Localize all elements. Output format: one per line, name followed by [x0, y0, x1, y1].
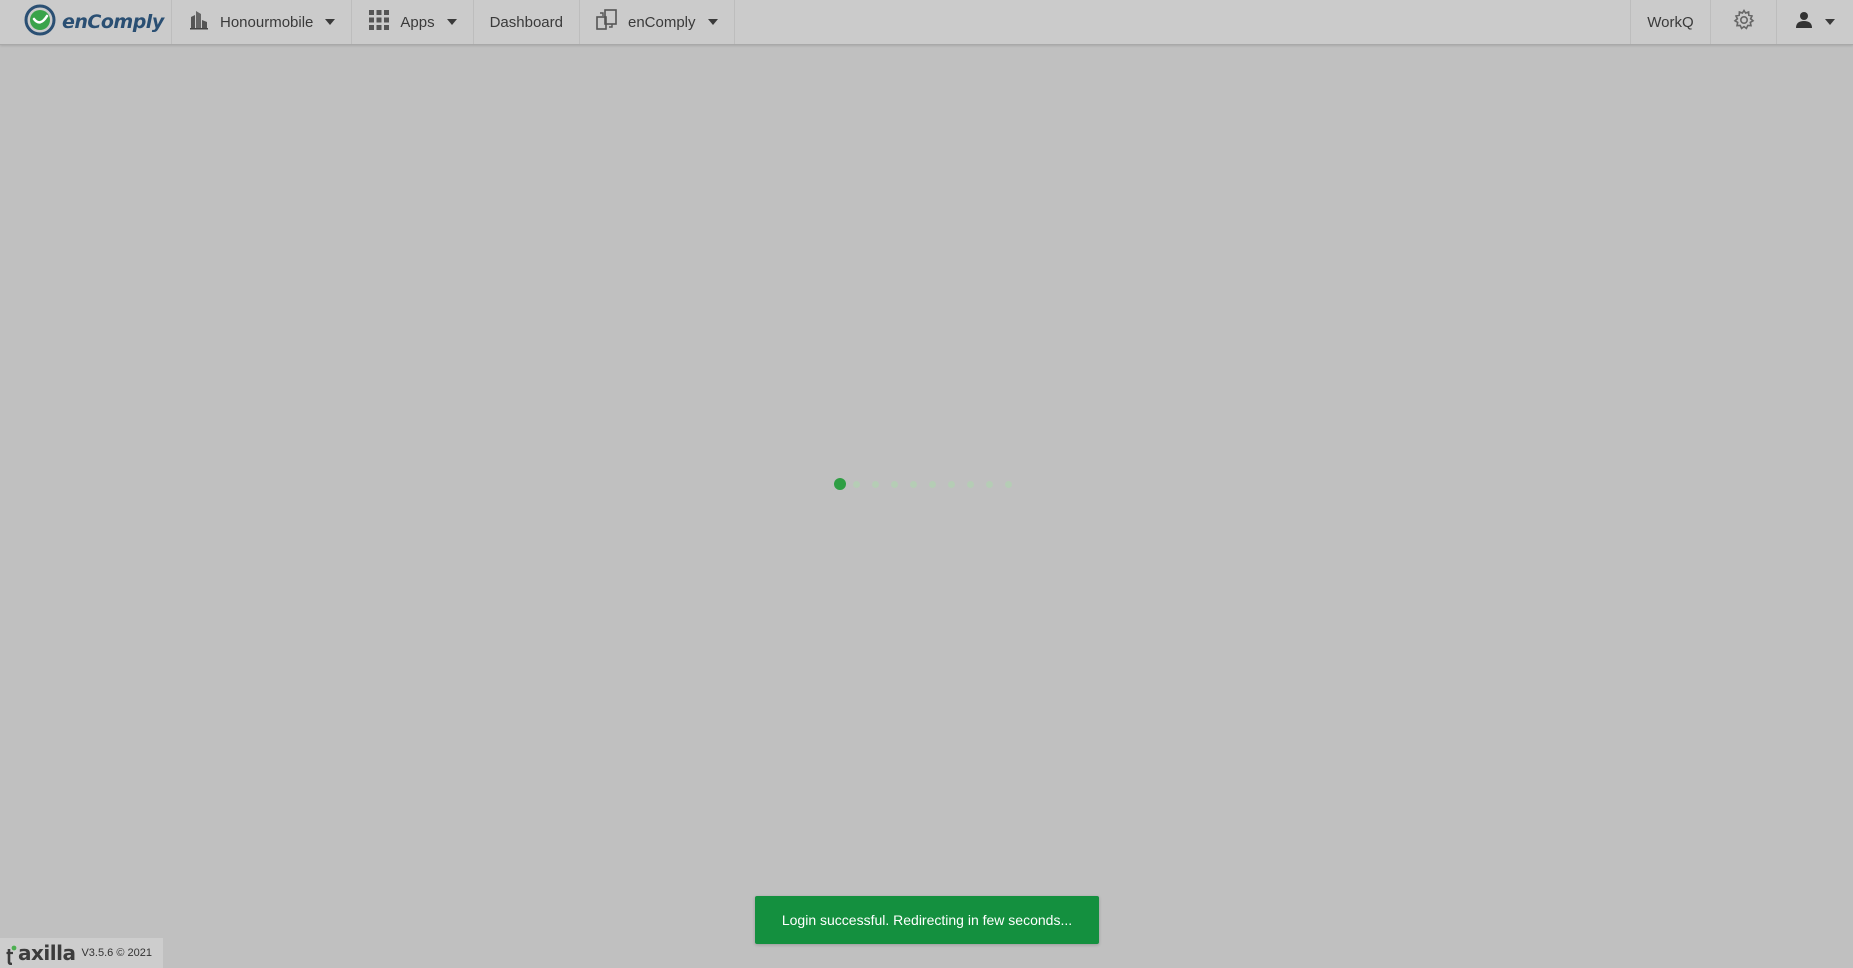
- grid-icon: [368, 9, 390, 35]
- dashboard-label: Dashboard: [489, 13, 563, 31]
- loading-dot: [891, 480, 898, 488]
- org-selector-dropdown[interactable]: Honourmobile: [172, 0, 353, 44]
- loading-dot: [1005, 480, 1012, 488]
- app-switcher-dropdown[interactable]: enComply: [580, 0, 735, 44]
- settings-button[interactable]: [1710, 0, 1776, 44]
- loading-indicator: [834, 478, 1024, 490]
- taxilla-t-icon: [6, 945, 17, 965]
- chevron-down-icon: [1825, 19, 1835, 25]
- apps-menu-dropdown[interactable]: Apps: [352, 0, 474, 44]
- loading-dot: [872, 480, 879, 488]
- user-menu-dropdown[interactable]: [1776, 0, 1853, 44]
- dashboard-link[interactable]: Dashboard: [474, 0, 580, 44]
- loading-dot: [948, 480, 955, 488]
- footer-brand: axilla V3.5.6 © 2021: [0, 938, 163, 968]
- brand-logo-link[interactable]: enComply: [0, 0, 172, 44]
- chevron-down-icon: [325, 19, 336, 25]
- version-text: V3.5.6 © 2021: [81, 947, 152, 959]
- header-spacer: [735, 0, 1630, 44]
- chevron-down-icon: [707, 19, 718, 25]
- loading-dot: [910, 480, 917, 488]
- app-switch-icon: [596, 9, 618, 35]
- workq-label: WorkQ: [1647, 13, 1694, 31]
- building-icon: [188, 9, 210, 35]
- taxilla-logo: axilla: [6, 941, 76, 965]
- loading-dot: [967, 480, 974, 488]
- toast-message: Login successful. Redirecting in few sec…: [781, 912, 1073, 928]
- encomply-logo-icon: [24, 4, 56, 41]
- loading-dot-active: [834, 478, 846, 490]
- workq-link[interactable]: WorkQ: [1630, 0, 1710, 44]
- apps-menu-label: Apps: [400, 13, 435, 31]
- brand-name: enComply: [62, 11, 164, 33]
- chevron-down-icon: [446, 19, 457, 25]
- org-selector-label: Honourmobile: [220, 13, 314, 31]
- loading-dot: [986, 480, 993, 488]
- gear-icon: [1733, 9, 1755, 35]
- login-success-toast: Login successful. Redirecting in few sec…: [755, 896, 1099, 944]
- app-switcher-label: enComply: [627, 13, 696, 31]
- taxilla-wordmark: axilla: [18, 941, 76, 965]
- loading-dot: [853, 480, 860, 488]
- user-icon: [1795, 11, 1813, 33]
- loading-dot: [929, 480, 936, 488]
- top-navigation-bar: enComply Honourmobile Apps Dashboard enC…: [0, 0, 1853, 45]
